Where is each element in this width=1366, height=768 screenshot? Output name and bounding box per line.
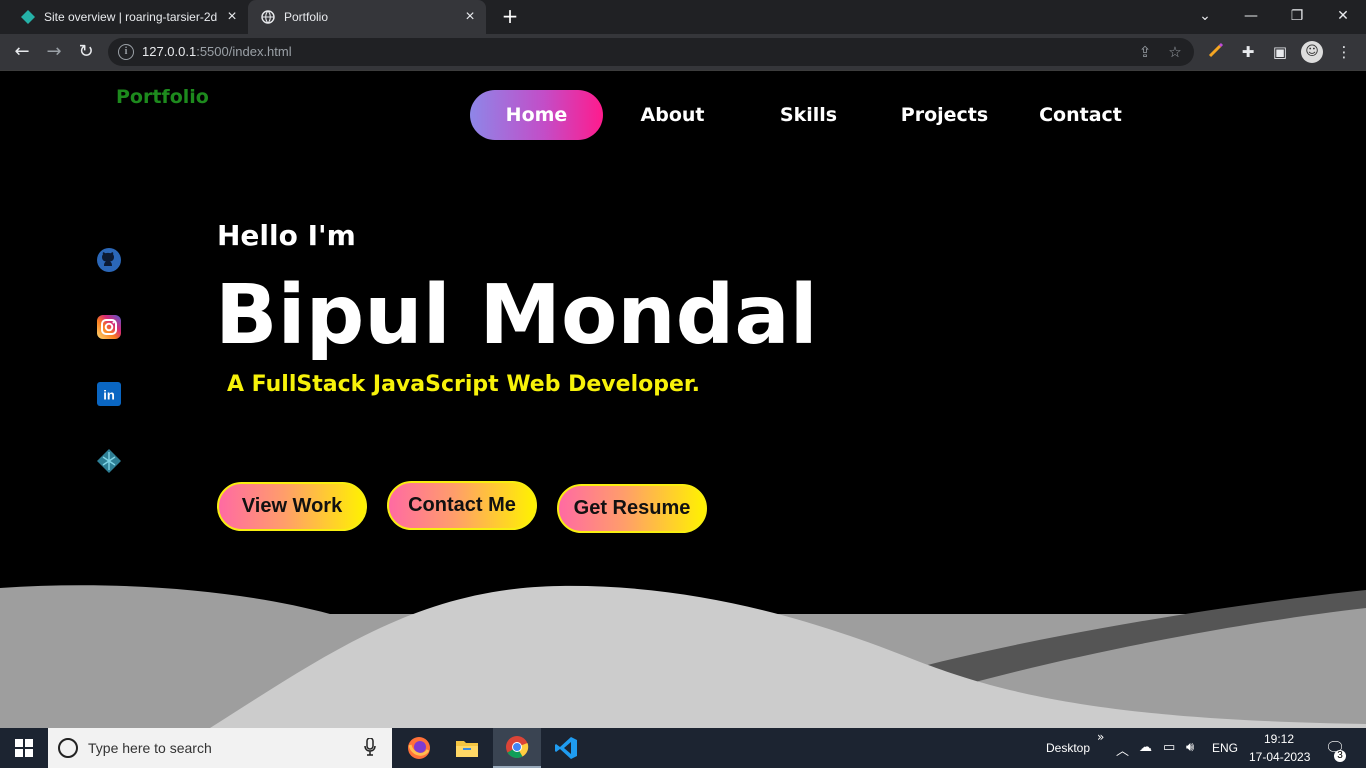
extension-pen-icon[interactable] [1206, 42, 1226, 62]
extensions-puzzle-icon[interactable]: ✚ [1238, 42, 1258, 62]
clock-time[interactable]: 19:12 [1264, 732, 1294, 746]
microphone-icon[interactable] [364, 737, 378, 758]
browser-tab-bar: Site overview | roaring-tarsier-2d × Por… [0, 0, 1366, 34]
tab-portfolio[interactable]: Portfolio × [248, 0, 486, 34]
chrome-icon[interactable] [493, 728, 541, 768]
search-placeholder: Type here to search [88, 740, 212, 756]
linkedin-icon[interactable]: in [95, 380, 122, 407]
nav-projects[interactable]: Projects [878, 90, 1011, 140]
browser-menu-icon[interactable]: ⋮ [1334, 42, 1354, 62]
url-bar[interactable]: i 127.0.0.1:5500/index.html ⇪ ☆ [108, 38, 1194, 66]
close-tab-icon[interactable]: × [460, 8, 480, 26]
toolbar-expand-icon[interactable]: » [1097, 730, 1104, 744]
github-icon[interactable] [95, 246, 122, 273]
close-tab-icon[interactable]: × [222, 8, 242, 26]
new-tab-button[interactable]: + [499, 5, 521, 27]
site-info-icon[interactable]: i [118, 44, 134, 60]
tab-search-icon[interactable]: ⌄ [1182, 0, 1228, 34]
portfolio-page: Portfolio Home About Skills Projects Con… [0, 72, 1366, 728]
hero-name: Bipul Mondal [215, 268, 818, 363]
battery-icon[interactable]: ▭ [1163, 740, 1175, 755]
profile-avatar[interactable]: ☺ [1301, 41, 1323, 63]
nav-home[interactable]: Home [470, 90, 603, 140]
back-button[interactable]: ← [8, 38, 36, 66]
get-resume-button[interactable]: Get Resume [557, 484, 707, 533]
view-work-button[interactable]: View Work [217, 482, 367, 531]
address-toolbar: ← → ↻ i 127.0.0.1:5500/index.html ⇪ ☆ ✚ … [0, 34, 1366, 71]
nav-skills[interactable]: Skills [742, 90, 875, 140]
minimize-button[interactable]: — [1228, 0, 1274, 34]
windows-start-button[interactable] [0, 728, 48, 768]
tab-site-overview[interactable]: Site overview | roaring-tarsier-2d × [8, 0, 248, 34]
language-indicator[interactable]: ENG [1212, 741, 1238, 755]
clock-date[interactable]: 17-04-2023 [1249, 750, 1310, 764]
hero-tagline: A FullStack JavaScript Web Developer. [227, 372, 700, 397]
vscode-icon[interactable] [542, 728, 590, 768]
contact-me-button[interactable]: Contact Me [387, 481, 537, 530]
notification-count-badge: 3 [1334, 750, 1346, 762]
url-text[interactable]: 127.0.0.1:5500/index.html [142, 44, 292, 59]
instagram-icon[interactable] [95, 313, 122, 340]
volume-icon[interactable]: 🔊︎ [1186, 740, 1194, 755]
os-taskbar: Type here to search Desktop » ︿ ☁ ▭ 🔊︎ E… [0, 728, 1366, 768]
desktop-toolbar-label[interactable]: Desktop [1046, 741, 1090, 755]
hero-greeting: Hello I'm [217, 219, 356, 252]
svg-text:in: in [103, 387, 115, 402]
tab-title: Site overview | roaring-tarsier-2d [44, 10, 218, 24]
restore-button[interactable]: ❐ [1274, 0, 1320, 34]
reload-button[interactable]: ↻ [72, 38, 100, 66]
netlify-icon[interactable] [95, 447, 122, 474]
share-icon[interactable]: ⇪ [1136, 43, 1154, 61]
firefox-icon[interactable] [395, 728, 443, 768]
file-explorer-icon[interactable] [443, 728, 491, 768]
nav-contact[interactable]: Contact [1014, 90, 1147, 140]
forward-button[interactable]: → [40, 38, 68, 66]
bookmark-star-icon[interactable]: ☆ [1166, 43, 1184, 61]
close-window-button[interactable]: ✕ [1320, 0, 1366, 34]
tab-title: Portfolio [284, 10, 329, 24]
cortana-circle-icon [58, 738, 78, 758]
globe-icon [260, 9, 276, 25]
side-panel-icon[interactable]: ▣ [1270, 42, 1290, 62]
onedrive-cloud-icon[interactable]: ☁ [1139, 740, 1152, 755]
taskbar-search-input[interactable]: Type here to search [48, 728, 392, 768]
show-hidden-icons-chevron-icon[interactable]: ︿ [1116, 740, 1129, 759]
site-logo[interactable]: Portfolio [116, 86, 209, 108]
netlify-favicon-icon [20, 9, 36, 25]
decorative-waves [0, 585, 1366, 728]
nav-about[interactable]: About [606, 90, 739, 140]
